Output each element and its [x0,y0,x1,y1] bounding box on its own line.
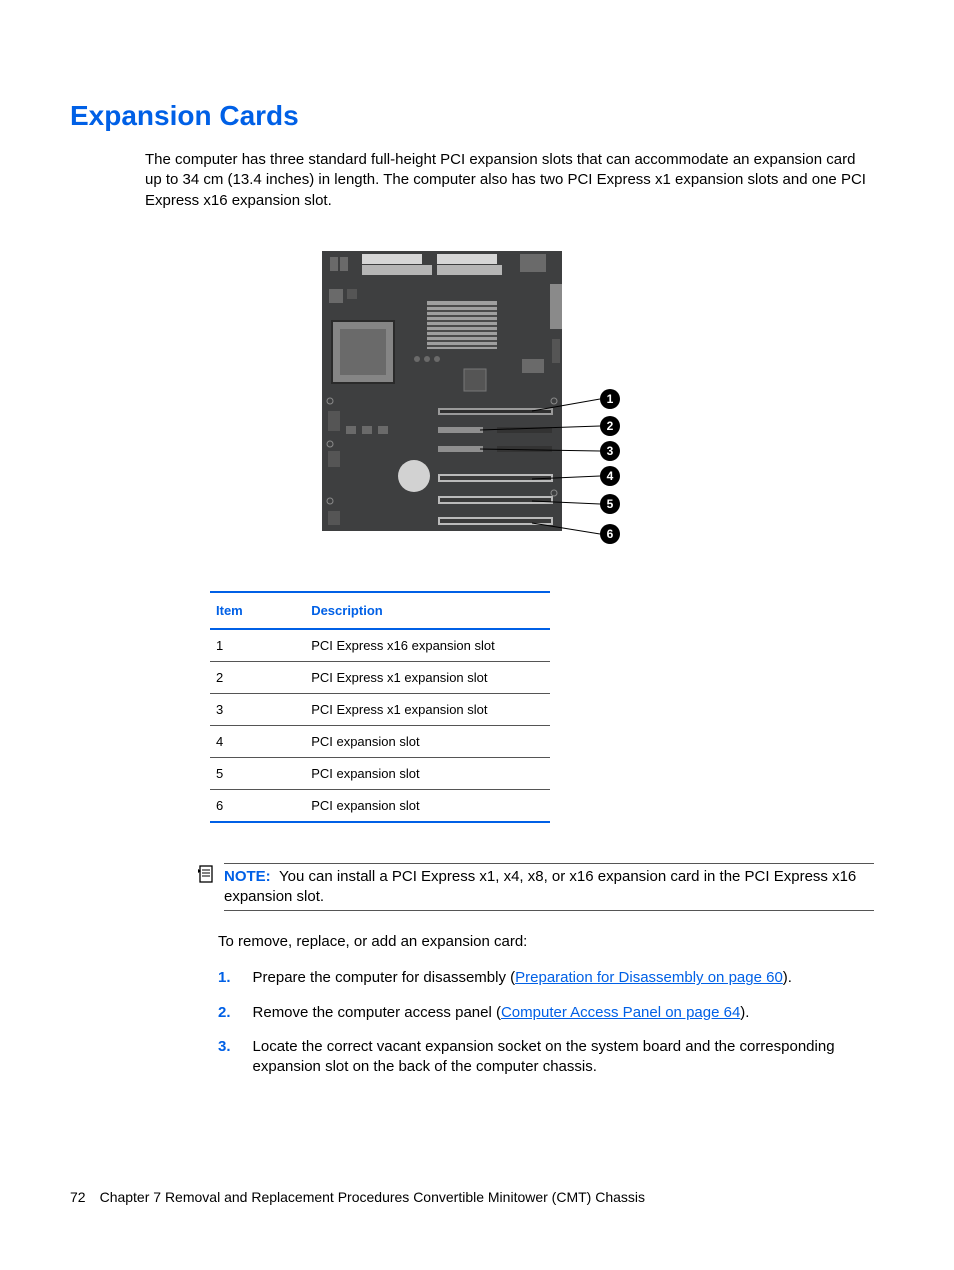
callout-4: 4 [607,469,614,483]
step-1: 1. Prepare the computer for disassembly … [218,968,874,988]
callout-5: 5 [607,497,614,511]
remove-para: To remove, replace, or add an expansion … [218,933,874,950]
table-row: 3PCI Express x1 expansion slot [210,693,550,725]
note-content: NOTE: You can install a PCI Express x1, … [224,863,874,912]
th-desc: Description [305,592,550,629]
link-access-panel[interactable]: Computer Access Panel on page 64 [501,1004,740,1021]
section-heading: Expansion Cards [70,100,884,132]
chapter-title: Chapter 7 Removal and Replacement Proced… [100,1189,645,1205]
note-text: You can install a PCI Express x1, x4, x8… [224,868,856,905]
th-item: Item [210,592,305,629]
table-row: 4PCI expansion slot [210,725,550,757]
note-icon [198,865,214,888]
table-row: 1PCI Express x16 expansion slot [210,629,550,662]
callout-6: 6 [607,527,614,541]
step-2: 2. Remove the computer access panel (Com… [218,1003,874,1023]
link-prep-disassembly[interactable]: Preparation for Disassembly on page 60 [515,969,783,986]
callout-3: 3 [607,444,614,458]
table-row: 2PCI Express x1 expansion slot [210,661,550,693]
intro-paragraph: The computer has three standard full-hei… [145,150,874,211]
note-label: NOTE: [224,868,271,885]
page-number: 72 [70,1189,86,1205]
steps-list: 1. Prepare the computer for disassembly … [218,968,874,1077]
slot-table: Item Description 1PCI Express x16 expans… [210,591,550,823]
motherboard-illustration: 1 2 3 4 5 6 [322,251,632,551]
table-row: 6PCI expansion slot [210,789,550,822]
motherboard-figure: 1 2 3 4 5 6 [70,251,884,551]
page-footer: 72 Chapter 7 Removal and Replacement Pro… [70,1189,645,1205]
step-3: 3. Locate the correct vacant expansion s… [218,1037,874,1078]
callout-1: 1 [607,392,614,406]
callout-2: 2 [607,419,614,433]
table-row: 5PCI expansion slot [210,757,550,789]
